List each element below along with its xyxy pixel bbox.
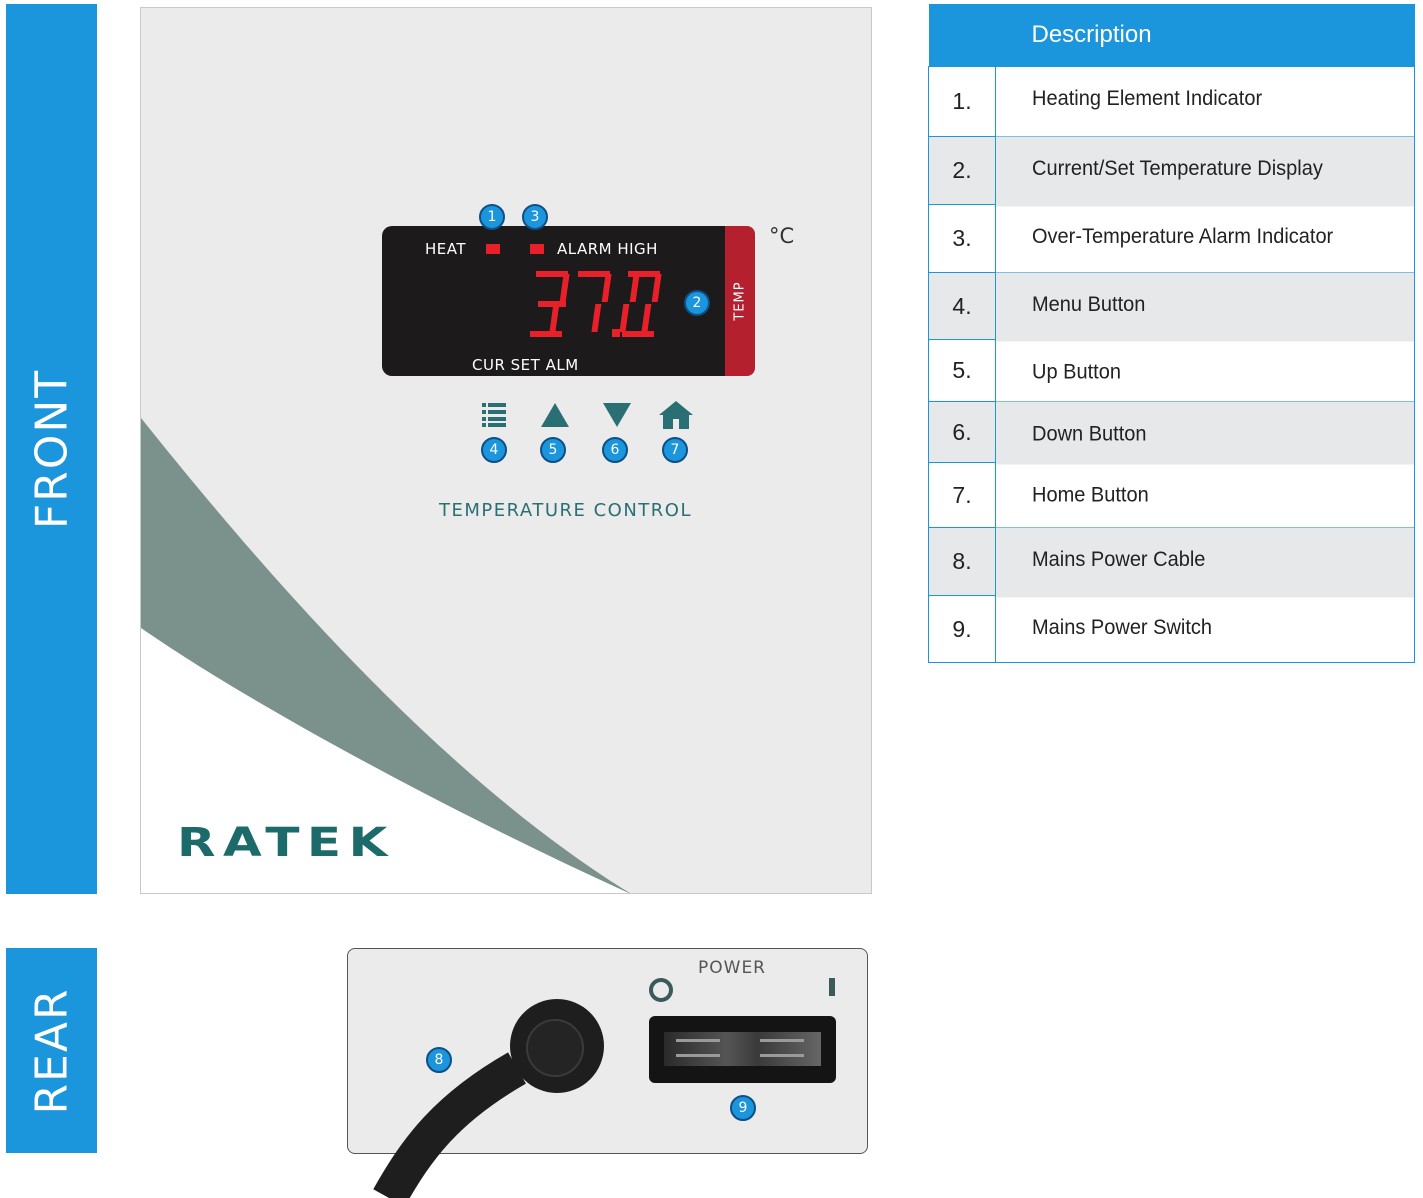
seven-segment-reading (530, 271, 662, 337)
brand-logo: RATEK (177, 820, 395, 866)
row-text: Over-Temperature Alarm Indicator (995, 202, 1415, 275)
row-text: Heating Element Indicator (995, 64, 1415, 139)
rear-tab-label: REAR (26, 986, 77, 1115)
callout-3: 3 (522, 204, 548, 230)
callout-1: 1 (479, 204, 505, 230)
home-icon[interactable] (659, 401, 693, 429)
row-text: Up Button (995, 337, 1415, 404)
front-tab-label: FRONT (26, 368, 77, 530)
row-number: 3. (928, 204, 996, 273)
temp-side-label: TEMP (732, 281, 748, 321)
table-row: 4. Menu Button (928, 270, 1415, 342)
callout-5: 5 (540, 437, 566, 463)
row-text: Current/Set Temperature Display (995, 134, 1415, 207)
mode-labels: CUR SET ALM (472, 356, 579, 374)
menu-icon[interactable] (482, 403, 510, 427)
row-number: 4. (928, 272, 996, 340)
callout-4: 4 (481, 437, 507, 463)
row-number: 9. (928, 595, 996, 663)
row-number: 7. (928, 462, 996, 528)
row-text: Mains Power Cable (995, 525, 1415, 598)
row-text: Menu Button (995, 270, 1415, 342)
heat-label: HEAT (425, 240, 467, 258)
row-number: 8. (928, 527, 996, 596)
row-number: 1. (928, 66, 996, 137)
table-row: 6. Down Button (928, 399, 1415, 465)
panel-title: TEMPERATURE CONTROL (439, 500, 692, 521)
table-row: 8. Mains Power Cable (928, 525, 1415, 598)
heat-indicator-led (486, 244, 500, 254)
table-row: 1. Heating Element Indicator (928, 64, 1415, 139)
table-row: 9. Mains Power Switch (928, 593, 1415, 665)
power-cable (373, 999, 604, 1198)
temp-side-tab: TEMP (725, 226, 755, 376)
front-panel: HEAT ALARM HIGH CUR SET ALM TEMP °C 1 3 … (140, 7, 872, 894)
row-text: Mains Power Switch (995, 593, 1415, 665)
row-text: Home Button (995, 460, 1415, 530)
row-text: Down Button (995, 399, 1415, 465)
front-tab: FRONT (6, 4, 97, 894)
row-number: 2. (928, 136, 996, 205)
display-screen: HEAT ALARM HIGH CUR SET ALM (382, 226, 727, 376)
table-row: 3. Over-Temperature Alarm Indicator (928, 202, 1415, 275)
row-number: 6. (928, 401, 996, 463)
callout-7: 7 (662, 437, 688, 463)
table-header: Description (995, 4, 1415, 67)
description-table: Description 1. Heating Element Indicator… (928, 4, 1415, 665)
table-row: 2. Current/Set Temperature Display (928, 134, 1415, 207)
unit-label: °C (769, 224, 795, 248)
down-arrow-icon[interactable] (603, 403, 631, 427)
rear-tab: REAR (6, 948, 97, 1153)
table-row: 7. Home Button (928, 460, 1415, 530)
alarm-indicator-led (530, 244, 544, 254)
callout-6: 6 (602, 437, 628, 463)
row-number: 5. (928, 339, 996, 402)
up-arrow-icon[interactable] (541, 403, 569, 427)
callout-2: 2 (684, 290, 710, 316)
table-row: 5. Up Button (928, 337, 1415, 404)
alarm-high-label: ALARM HIGH (557, 240, 658, 258)
